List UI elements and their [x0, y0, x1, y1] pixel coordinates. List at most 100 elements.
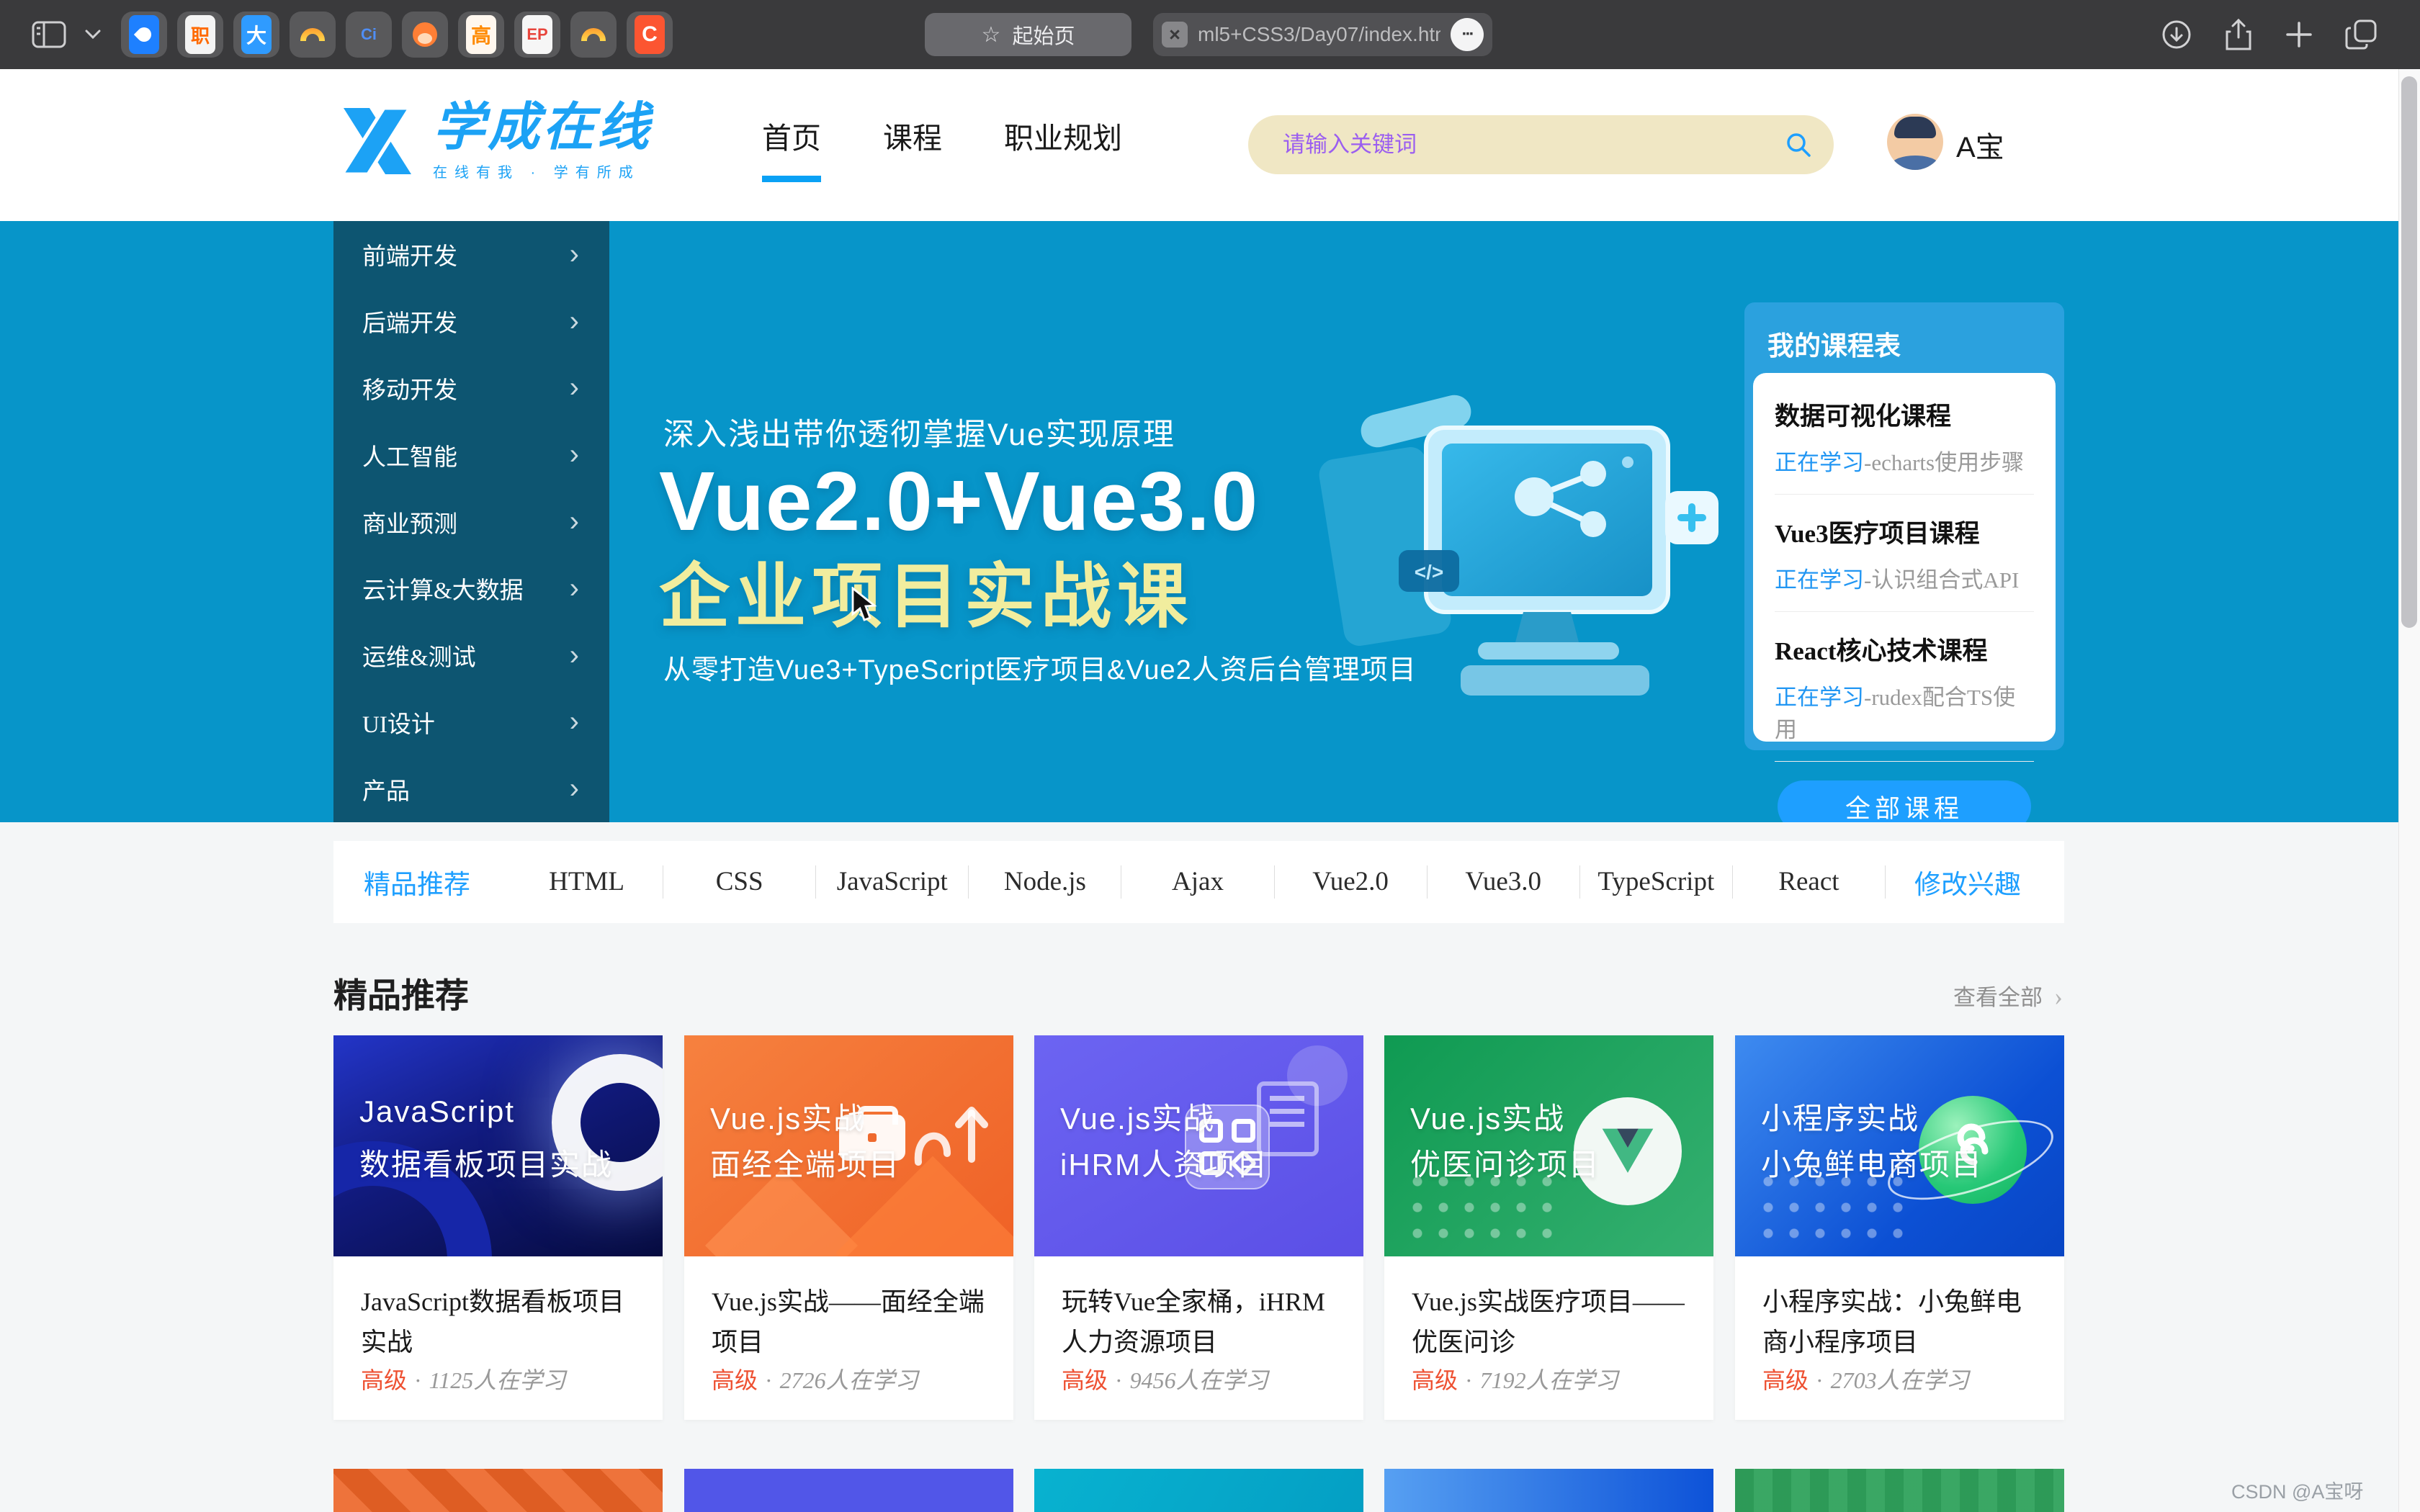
edit-interests-link[interactable]: 修改兴趣 [1886, 863, 2064, 901]
course-card-teaser[interactable] [1034, 1469, 1363, 1512]
csdn-favicon[interactable]: C [627, 12, 673, 58]
tab-html[interactable]: HTML [511, 865, 663, 899]
course-card[interactable]: Vue.js实战 iHRM人资项目 玩转Vue全家桶，iHRM人力资源项目 高级… [1034, 1035, 1363, 1420]
main-nav: 首页 课程 职业规划 [762, 114, 1122, 182]
sidebar-item-business[interactable]: 商业预测› [333, 488, 609, 555]
nav-item-courses[interactable]: 课程 [883, 114, 942, 182]
tab-ajax[interactable]: Ajax [1121, 865, 1274, 899]
svg-text:</>: </> [1415, 561, 1443, 583]
tab-css[interactable]: CSS [663, 865, 816, 899]
schedule-item[interactable]: 数据可视化课程 正在学习-echarts使用步骤 [1775, 377, 2034, 495]
tab-vue2[interactable]: Vue2.0 [1275, 865, 1428, 899]
cover-line: Vue.js实战 [1410, 1094, 1565, 1138]
course-title: Vue.js实战医疗项目——优医问诊 [1384, 1256, 1713, 1363]
cover-line: Vue.js实战 [1060, 1094, 1215, 1138]
arch-favicon[interactable] [290, 12, 336, 58]
sidebar-item-ai[interactable]: 人工智能› [333, 421, 609, 488]
tab-active[interactable]: × ml5+CSS3/Day07/index.html ··· [1153, 13, 1492, 56]
logo-tagline: 在线有我 · 学有所成 [433, 161, 652, 181]
sidebar-item-mobile[interactable]: 移动开发› [333, 355, 609, 422]
site-logo[interactable]: 学成在线 在线有我 · 学有所成 [333, 98, 652, 184]
dot-separator: · [1816, 1367, 1824, 1393]
schedule-status: 正在学习 [1775, 567, 1864, 593]
tab-featured[interactable]: 精品推荐 [333, 863, 511, 901]
cover-line: 面经全端项目 [710, 1140, 900, 1184]
tab-start-page[interactable]: ☆ 起始页 [925, 13, 1131, 56]
tab-start-label: 起始页 [1012, 19, 1075, 50]
course-card-teaser[interactable] [333, 1469, 663, 1512]
chevron-down-icon[interactable] [85, 30, 101, 40]
course-card[interactable]: Vue.js实战 面经全端项目 Vue.js实战——面经全端项目 高级·2726… [684, 1035, 1013, 1420]
sidebar-item-label: 产品 [362, 772, 410, 806]
share-icon[interactable] [2224, 17, 2253, 52]
schedule-lesson: -认识组合式API [1864, 567, 2019, 593]
sidebar-item-label: 后端开发 [362, 304, 457, 338]
sidebar-item-frontend[interactable]: 前端开发› [333, 221, 609, 288]
chevron-right-icon: › [570, 572, 579, 605]
course-card[interactable]: Vue.js实战 优医问诊项目 Vue.js实战医疗项目——优医问诊 高级·71… [1384, 1035, 1713, 1420]
course-card-teaser[interactable] [1735, 1469, 2064, 1512]
new-tab-icon[interactable] [2285, 20, 2313, 49]
search-input[interactable] [1281, 115, 1742, 174]
drop-favicon[interactable] [121, 12, 167, 58]
sidebar-item-cloud[interactable]: 云计算&大数据 › [333, 555, 609, 622]
search-icon[interactable] [1785, 131, 1812, 162]
ep-favicon[interactable]: EP [514, 12, 560, 58]
nav-item-career[interactable]: 职业规划 [1004, 114, 1122, 182]
view-all-link[interactable]: 查看全部› [1953, 979, 2063, 1012]
download-icon[interactable] [2161, 19, 2192, 50]
sidebar-item-uidesign[interactable]: UI设计› [333, 688, 609, 755]
gaokao-favicon[interactable]: 高 [458, 12, 504, 58]
chevron-right-icon: › [570, 639, 579, 672]
tab-javascript[interactable]: JavaScript [816, 865, 969, 899]
dot-separator: · [1465, 1367, 1473, 1393]
course-card-teaser[interactable] [684, 1469, 1013, 1512]
tab-react[interactable]: React [1733, 865, 1886, 899]
arch2-favicon[interactable] [570, 12, 617, 58]
cover-line: 小兔鲜电商项目 [1761, 1140, 1983, 1184]
tab-nodejs[interactable]: Node.js [969, 865, 1121, 899]
sidebar-item-backend[interactable]: 后端开发 › [333, 288, 609, 355]
banner-illustration: </> [1318, 383, 1765, 736]
dot-separator: · [414, 1367, 422, 1393]
course-students: 2726人在学习 [780, 1367, 918, 1393]
tab-typescript[interactable]: TypeScript [1580, 865, 1733, 899]
course-card[interactable]: 小程序实战 小兔鲜电商项目 小程序实战：小兔鲜电商小程序项目 高级·2703人在… [1735, 1035, 2064, 1420]
cover-line: 小程序实战 [1761, 1094, 1919, 1138]
close-icon[interactable]: × [1162, 22, 1188, 48]
course-cover: Vue.js实战 面经全端项目 [684, 1035, 1013, 1256]
tab-vue3[interactable]: Vue3.0 [1428, 865, 1580, 899]
zhi-favicon[interactable]: 职 [177, 12, 223, 58]
schedule-course-title: Vue3医疗项目课程 [1775, 513, 2034, 550]
all-courses-button[interactable]: 全部课程 [1778, 780, 2031, 822]
tab-overview-icon[interactable] [2345, 18, 2378, 51]
sidebar-item-product[interactable]: 产品 › [333, 755, 609, 822]
scrollbar-thumb[interactable] [2401, 76, 2417, 628]
chevron-right-icon: › [570, 305, 579, 338]
sidebar-item-devops[interactable]: 运维&测试› [333, 622, 609, 689]
monkey-favicon[interactable] [402, 12, 448, 58]
ellipsis-icon[interactable]: ··· [1451, 18, 1484, 51]
username[interactable]: A宝 [1956, 124, 2004, 166]
course-card-teaser[interactable] [1384, 1469, 1713, 1512]
avatar[interactable] [1887, 114, 1943, 170]
nav-item-home[interactable]: 首页 [762, 114, 821, 182]
da-favicon[interactable]: 大 [233, 12, 279, 58]
banner-title: Vue2.0+Vue3.0 [659, 453, 1259, 549]
chevron-right-icon: › [570, 706, 579, 738]
course-meta: 高级·2703人在学习 [1762, 1362, 1969, 1395]
ci-favicon[interactable]: Ci [346, 12, 392, 58]
my-schedule-panel: 我的课程表 数据可视化课程 正在学习-echarts使用步骤 Vue3医疗项目课… [1744, 302, 2064, 750]
schedule-item[interactable]: Vue3医疗项目课程 正在学习-认识组合式API [1775, 495, 2034, 612]
course-cover: Vue.js实战 优医问诊项目 [1384, 1035, 1713, 1256]
chevron-right-icon: › [570, 773, 579, 805]
schedule-card: 数据可视化课程 正在学习-echarts使用步骤 Vue3医疗项目课程 正在学习… [1753, 373, 2056, 742]
sidebar-toggle-icon[interactable] [32, 21, 66, 48]
course-card[interactable]: JavaScript 数据看板项目实战 JavaScript数据看板项目实战 高… [333, 1035, 663, 1420]
monkey-icon [413, 22, 437, 47]
schedule-item[interactable]: React核心技术课程 正在学习-rudex配合TS使用 [1775, 612, 2034, 762]
sidebar-item-label: 云计算&大数据 [362, 571, 524, 606]
arch-icon [581, 28, 606, 41]
star-icon: ☆ [982, 22, 1001, 48]
mouse-cursor [851, 587, 882, 623]
